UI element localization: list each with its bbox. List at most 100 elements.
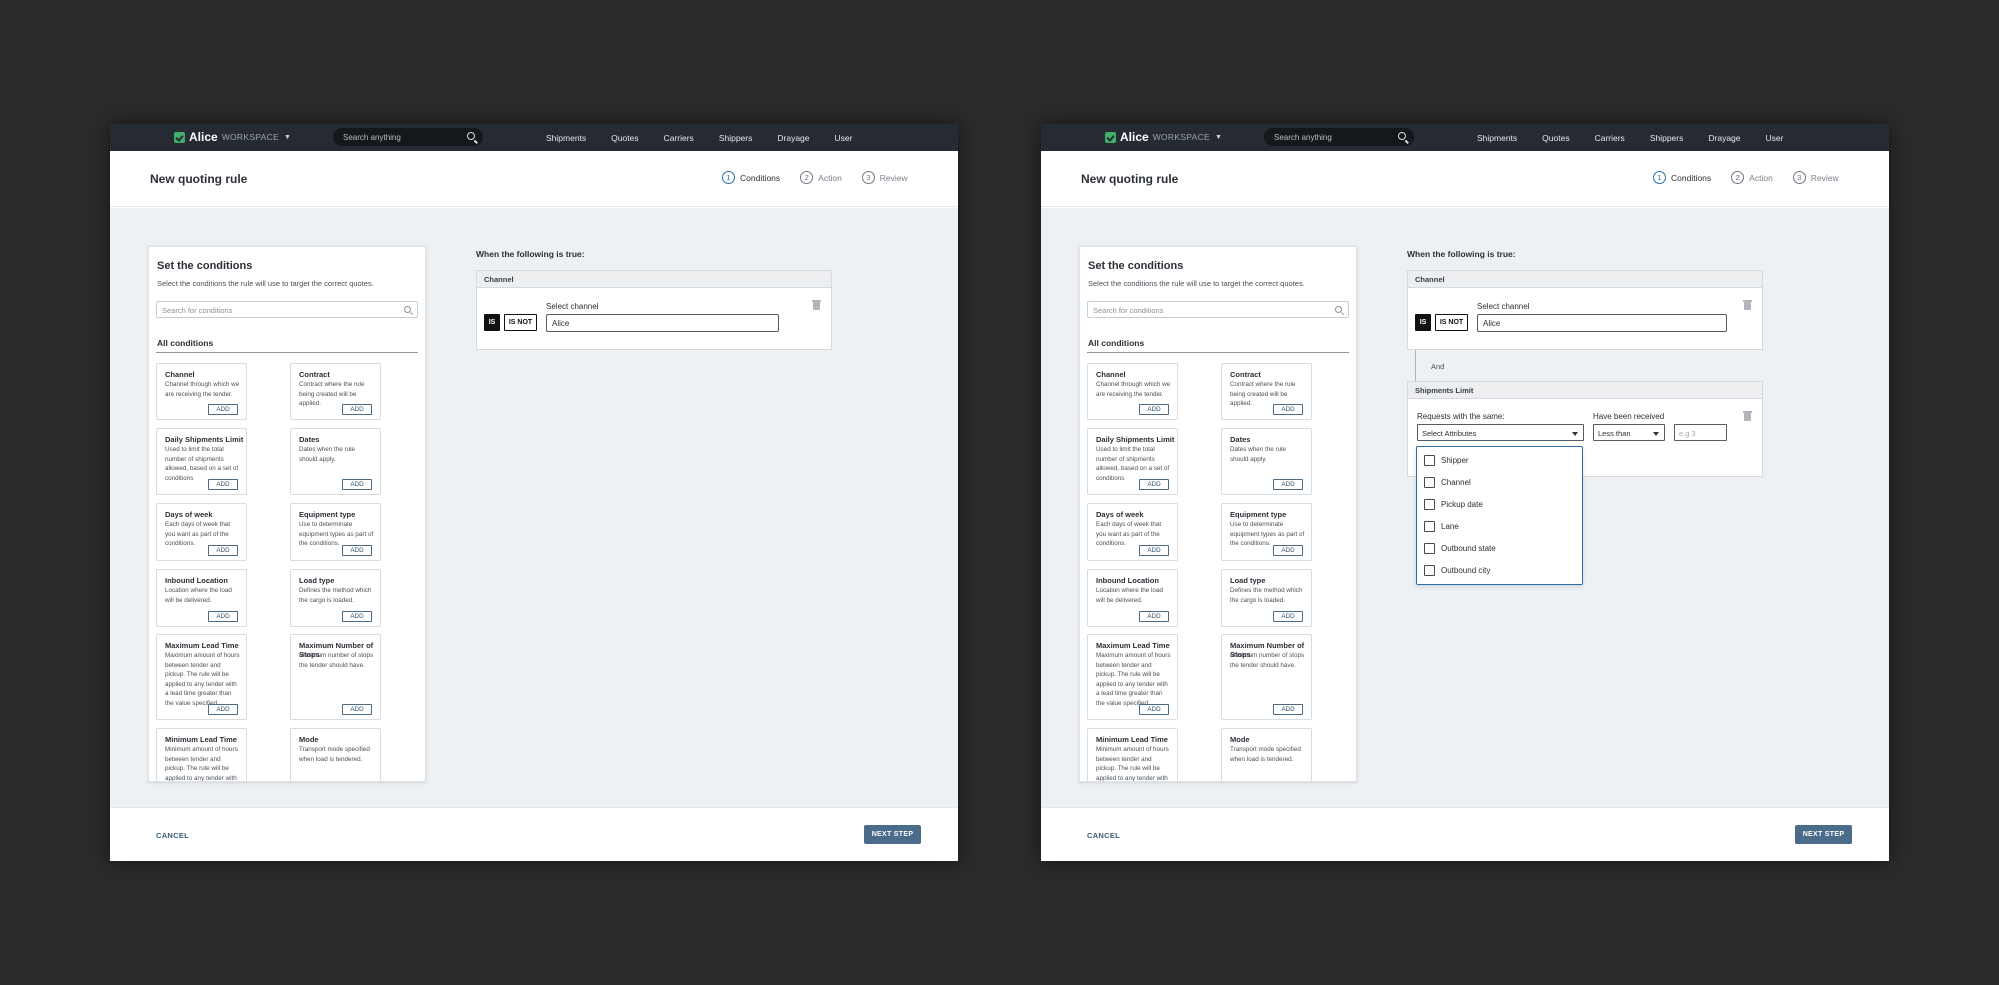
page-header: New quoting rule 1 Conditions 2 Action 3… [110, 151, 958, 207]
brand-mark-icon [174, 131, 185, 143]
nav-link-quotes[interactable]: Quotes [1542, 133, 1569, 143]
add-dates-button[interactable]: ADD [342, 479, 372, 490]
conditions-search[interactable] [1087, 301, 1349, 318]
search-icon[interactable] [1398, 132, 1406, 140]
nav-link-shippers[interactable]: Shippers [1650, 133, 1684, 143]
add-daily-shipments-limit-button[interactable]: ADD [1139, 479, 1169, 490]
card-title: Mode [1230, 735, 1250, 744]
step-action[interactable]: 2 Action [800, 171, 842, 184]
rule-block-channel: Channel IS IS NOT Select channel Alice [476, 270, 832, 350]
add-dates-button[interactable]: ADD [1273, 479, 1303, 490]
checkbox[interactable] [1424, 455, 1435, 466]
step-action[interactable]: 2 Action [1731, 171, 1773, 184]
global-search-input[interactable] [1274, 131, 1389, 143]
add-maximum-number-of-stops-button[interactable]: ADD [1273, 704, 1303, 715]
trash-icon[interactable] [1743, 411, 1752, 421]
add-inbound-location-button[interactable]: ADD [208, 611, 238, 622]
add-channel-button[interactable]: ADD [208, 404, 238, 415]
option-channel[interactable]: Channel [1424, 477, 1471, 488]
checkbox[interactable] [1424, 521, 1435, 532]
nav-link-carriers[interactable]: Carriers [664, 133, 694, 143]
condition-card-daily-shipments-limit: Daily Shipments Limit Used to limit the … [1087, 428, 1178, 495]
add-load-type-button[interactable]: ADD [1273, 611, 1303, 622]
option-outbound-city[interactable]: Outbound city [1424, 565, 1490, 576]
step-conditions[interactable]: 1 Conditions [1653, 171, 1711, 184]
nav-link-shipments[interactable]: Shipments [546, 133, 586, 143]
add-equipment-type-button[interactable]: ADD [1273, 545, 1303, 556]
add-channel-button[interactable]: ADD [1139, 404, 1169, 415]
is-not-toggle[interactable]: IS NOT [1435, 314, 1468, 331]
is-toggle[interactable]: IS [1415, 314, 1431, 331]
nav-link-user[interactable]: User [835, 133, 853, 143]
step-review[interactable]: 3 Review [1792, 171, 1839, 184]
nav-link-user[interactable]: User [1766, 133, 1784, 143]
next-step-button[interactable]: NEXT STEP [1795, 825, 1852, 844]
conditions-panel[interactable]: Set the conditions Select the conditions… [1079, 246, 1357, 782]
is-not-toggle[interactable]: IS NOT [504, 314, 537, 331]
add-maximum-number-of-stops-button[interactable]: ADD [342, 704, 372, 715]
add-maximum-lead-time-button[interactable]: ADD [1139, 704, 1169, 715]
card-title: Minimum Lead Time [1096, 735, 1168, 744]
card-description: Dates when the rule should apply. [299, 446, 356, 463]
trash-icon[interactable] [812, 300, 821, 310]
add-load-type-button[interactable]: ADD [342, 611, 372, 622]
cancel-button[interactable]: CANCEL [1087, 831, 1120, 840]
conditions-panel[interactable]: Set the conditions Select the conditions… [148, 246, 426, 782]
option-lane[interactable]: Lane [1424, 521, 1459, 532]
condition-card-days-of-week: Days of week Each days of week that you … [156, 503, 247, 561]
page-header: New quoting rule 1 Conditions 2 Action 3… [1041, 151, 1889, 207]
checkbox[interactable] [1424, 477, 1435, 488]
step-conditions[interactable]: 1 Conditions [722, 171, 780, 184]
nav-link-shippers[interactable]: Shippers [719, 133, 753, 143]
add-contract-button[interactable]: ADD [342, 404, 372, 415]
page-body: Set the conditions Select the conditions… [110, 208, 958, 807]
add-daily-shipments-limit-button[interactable]: ADD [208, 479, 238, 490]
add-contract-button[interactable]: ADD [1273, 404, 1303, 415]
attributes-select[interactable]: Select Attributes [1417, 424, 1584, 441]
conditions-title: Set the conditions [1088, 260, 1184, 272]
global-search[interactable] [333, 128, 483, 146]
conditions-search-input[interactable] [162, 304, 392, 316]
add-inbound-location-button[interactable]: ADD [1139, 611, 1169, 622]
nav-link-shipments[interactable]: Shipments [1477, 133, 1517, 143]
add-equipment-type-button[interactable]: ADD [342, 545, 372, 556]
brand-logo[interactable]: Alice WORKSPACE ▼ [1105, 130, 1222, 144]
condition-card-mode: Mode Transport mode specified when load … [290, 728, 381, 781]
is-toggle[interactable]: IS [484, 314, 500, 331]
search-icon[interactable] [467, 132, 475, 140]
global-search[interactable] [1264, 128, 1414, 146]
nav-link-drayage[interactable]: Drayage [777, 133, 809, 143]
step-review[interactable]: 3 Review [861, 171, 908, 184]
nav-link-drayage[interactable]: Drayage [1708, 133, 1740, 143]
checkbox[interactable] [1424, 565, 1435, 576]
card-description: Used to limit the total number of shipme… [1096, 446, 1170, 482]
nav-link-carriers[interactable]: Carriers [1595, 133, 1625, 143]
count-input[interactable]: e.g 3 [1674, 424, 1727, 441]
add-days-of-week-button[interactable]: ADD [1139, 545, 1169, 556]
comparator-select[interactable]: Less than [1593, 424, 1665, 441]
and-label: And [1431, 362, 1445, 371]
card-title: Channel [165, 370, 195, 379]
checkbox[interactable] [1424, 499, 1435, 510]
option-outbound-state[interactable]: Outbound state [1424, 543, 1496, 554]
nav-link-quotes[interactable]: Quotes [611, 133, 638, 143]
channel-field[interactable]: Alice [546, 314, 779, 332]
conditions-search[interactable] [156, 301, 418, 318]
channel-field[interactable]: Alice [1477, 314, 1727, 332]
next-step-button[interactable]: NEXT STEP [864, 825, 921, 844]
conditions-search-input[interactable] [1093, 304, 1323, 316]
global-search-input[interactable] [343, 131, 458, 143]
add-days-of-week-button[interactable]: ADD [208, 545, 238, 556]
step-label: Action [1749, 172, 1773, 183]
chevron-down-icon[interactable]: ▼ [1215, 134, 1222, 141]
requests-label: Requests with the same: [1417, 412, 1505, 421]
step-label: Review [879, 172, 908, 183]
trash-icon[interactable] [1743, 300, 1752, 310]
checkbox[interactable] [1424, 543, 1435, 554]
option-pickup-date[interactable]: Pickup date [1424, 499, 1483, 510]
add-maximum-lead-time-button[interactable]: ADD [208, 704, 238, 715]
brand-logo[interactable]: Alice WORKSPACE ▼ [174, 130, 291, 144]
cancel-button[interactable]: CANCEL [156, 831, 189, 840]
option-shipper[interactable]: Shipper [1424, 455, 1469, 466]
chevron-down-icon[interactable]: ▼ [284, 134, 291, 141]
